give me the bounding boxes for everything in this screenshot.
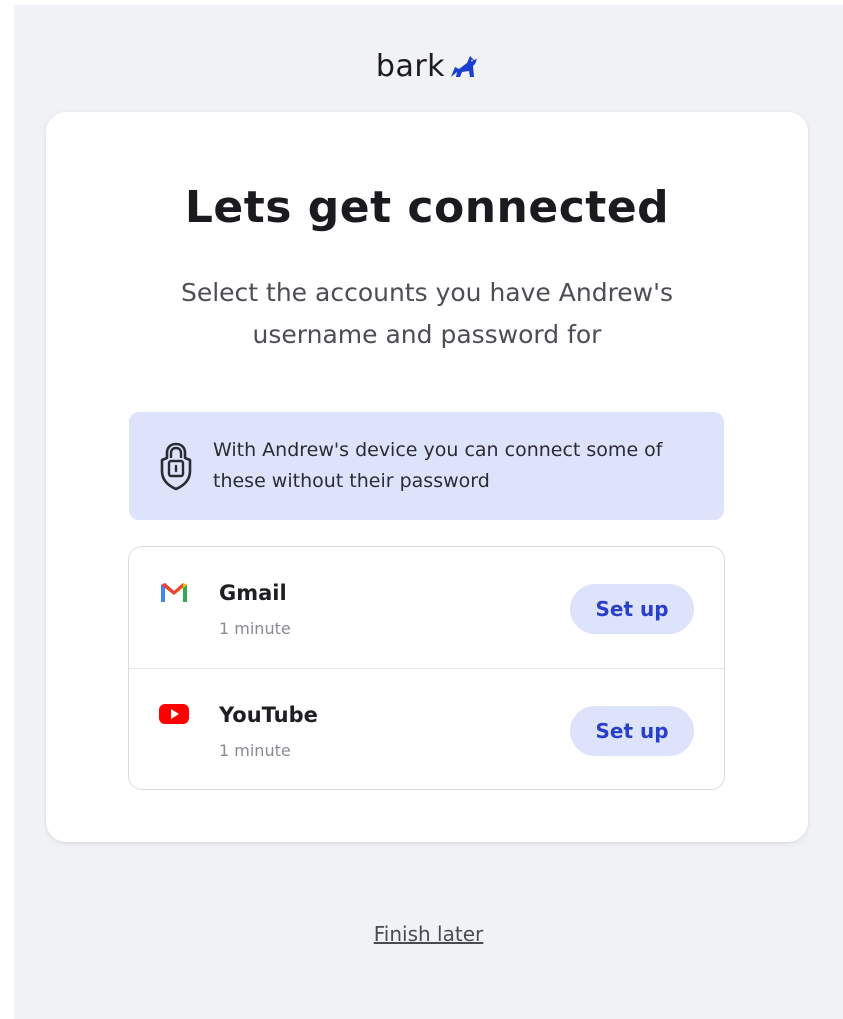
gmail-set-up-button[interactable]: Set up [570,584,694,634]
page-title: Lets get connected [184,182,670,233]
dog-icon [451,56,478,77]
connect-card: Lets get connected Select the accounts y… [46,112,808,842]
account-name: Gmail [219,581,287,605]
account-row-gmail: Gmail 1 minute Set up [129,547,724,669]
account-row-youtube: YouTube 1 minute Set up [129,669,724,790]
lock-shield-icon [160,442,192,491]
page-subtitle: Select the accounts you have Andrew's us… [180,278,674,349]
account-setup-time: 1 minute [219,619,291,638]
account-name: YouTube [219,703,318,727]
bark-logo: bark [14,49,843,85]
brand-name: bark [375,49,446,84]
accounts-list: Gmail 1 minute Set up YouTube 1 minute S… [128,546,725,790]
info-text: With Andrew's device you can connect som… [213,439,663,492]
youtube-icon [159,704,189,724]
page-background: bark Lets get connected Select the accou… [14,5,843,1019]
account-setup-time: 1 minute [219,741,291,760]
gmail-icon [161,583,187,602]
info-banner: With Andrew's device you can connect som… [129,412,724,520]
youtube-set-up-button[interactable]: Set up [570,706,694,756]
finish-later-link[interactable]: Finish later [14,922,843,946]
